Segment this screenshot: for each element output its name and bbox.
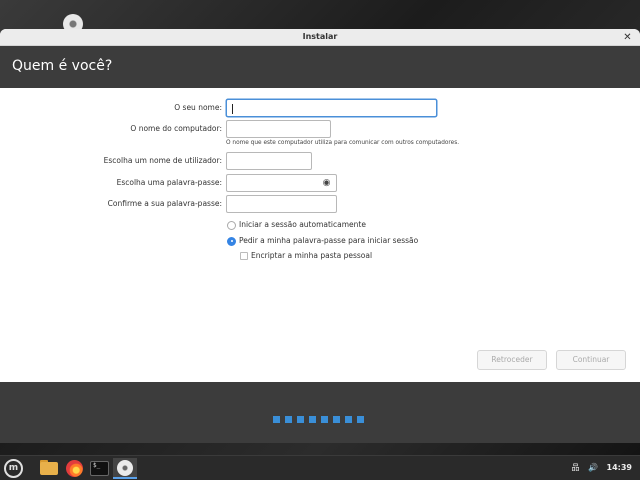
installer-disc-icon[interactable] <box>113 458 137 479</box>
computer-row: O nome do computador: <box>0 120 640 138</box>
title-bar: Instalar ✕ <box>0 29 640 46</box>
confirm-input[interactable] <box>226 195 337 213</box>
menu-icon[interactable]: m <box>4 459 23 478</box>
username-row: Escolha um nome de utilizador: <box>0 152 640 170</box>
progress-dot <box>321 416 328 423</box>
username-label: Escolha um nome de utilizador: <box>103 156 222 165</box>
encrypt-home-label: Encriptar a minha pasta pessoal <box>251 251 373 260</box>
terminal-prompt: $_ <box>90 461 109 476</box>
name-label: O seu nome: <box>174 103 222 112</box>
confirm-label: Confirme a sua palavra-passe: <box>107 199 222 208</box>
volume-icon[interactable]: 🔊 <box>588 463 598 472</box>
require-password-label: Pedir a minha palavra-passe para iniciar… <box>239 236 419 245</box>
continue-button[interactable]: Continuar <box>556 350 626 370</box>
require-password-option[interactable]: Pedir a minha palavra-passe para iniciar… <box>227 236 418 248</box>
encrypt-home-checkbox[interactable] <box>240 252 248 260</box>
password-label: Escolha uma palavra-passe: <box>116 178 222 187</box>
progress-indicator <box>273 408 369 423</box>
form-area: O seu nome: O nome do computador: O nome… <box>0 88 640 381</box>
confirm-row: Confirme a sua palavra-passe: <box>0 195 640 213</box>
password-input[interactable]: ◉ <box>226 174 337 192</box>
encrypt-home-option[interactable]: Encriptar a minha pasta pessoal <box>240 251 372 263</box>
progress-dot <box>273 416 280 423</box>
progress-footer <box>0 382 640 443</box>
progress-dot <box>345 416 352 423</box>
window-title: Instalar <box>302 32 338 41</box>
auto-login-label: Iniciar a sessão automaticamente <box>239 220 366 229</box>
computer-label: O nome do computador: <box>130 124 222 133</box>
eye-icon[interactable]: ◉ <box>321 178 332 189</box>
name-input[interactable] <box>226 99 437 117</box>
username-input[interactable] <box>226 152 312 170</box>
text-cursor <box>232 104 233 114</box>
password-row: Escolha uma palavra-passe: ◉ <box>0 174 640 192</box>
clock[interactable]: 14:39 <box>607 463 632 472</box>
close-icon[interactable]: ✕ <box>621 31 634 44</box>
require-password-radio[interactable] <box>227 236 236 246</box>
folder-icon[interactable] <box>39 458 61 479</box>
page-title: Quem é você? <box>0 46 640 88</box>
progress-dot <box>285 416 292 423</box>
computer-hint: O nome que este computador utiliza para … <box>226 140 460 146</box>
terminal-icon[interactable]: $_ <box>89 458 111 479</box>
installer-window: Instalar ✕ Quem é você? O seu nome: O no… <box>0 29 640 443</box>
system-tray: 品 🔊 14:39 <box>565 462 632 473</box>
progress-dot <box>333 416 340 423</box>
taskbar: m $_ 品 🔊 14:39 <box>0 455 640 480</box>
progress-dot <box>297 416 304 423</box>
progress-dot <box>309 416 316 423</box>
name-row: O seu nome: <box>0 99 640 117</box>
network-icon[interactable]: 品 <box>571 462 579 473</box>
auto-login-radio[interactable] <box>227 220 236 230</box>
computer-input[interactable] <box>226 120 331 138</box>
auto-login-option[interactable]: Iniciar a sessão automaticamente <box>227 220 366 232</box>
progress-dot <box>357 416 364 423</box>
back-button[interactable]: Retroceder <box>477 350 547 370</box>
firefox-icon[interactable] <box>64 458 86 479</box>
